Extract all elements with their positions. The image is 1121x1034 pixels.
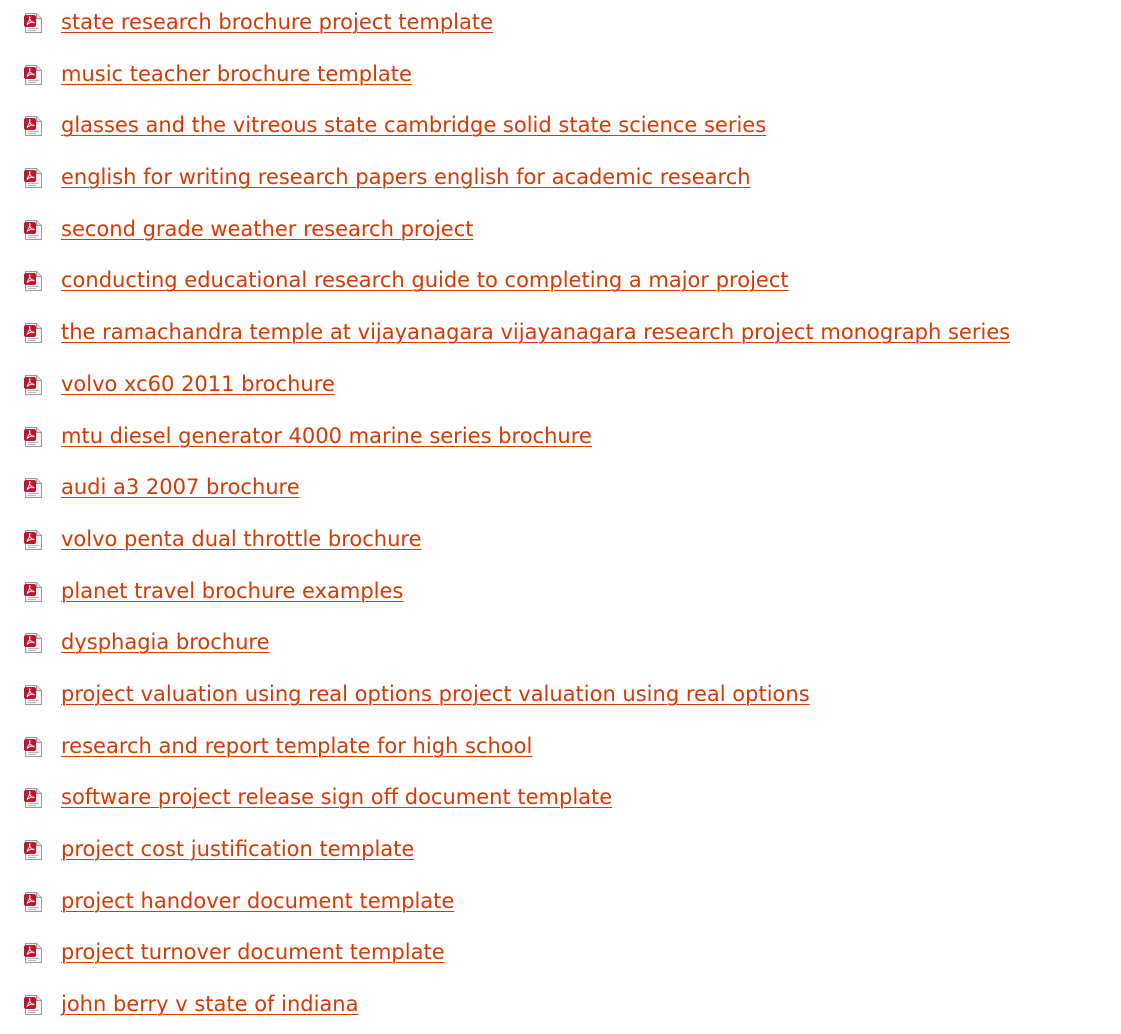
pdf-file-icon [24,478,42,499]
document-link[interactable]: project cost justification template [61,835,414,863]
pdf-file-icon [24,633,42,654]
pdf-file-icon [24,13,42,33]
document-link[interactable]: volvo xc60 2011 brochure [61,370,335,398]
pdf-file-icon [24,323,42,344]
document-link[interactable]: volvo penta dual throttle brochure [61,525,422,553]
document-link[interactable]: john berry v state of indiana [61,990,358,1018]
list-item: english for writing research papers engl… [0,155,1121,207]
pdf-file-icon [24,788,42,809]
list-item: glasses and the vitreous state cambridge… [0,103,1121,155]
pdf-file-icon [24,168,42,189]
list-item: planet travel brochure examples [0,569,1121,621]
pdf-file-icon [24,891,42,912]
list-item: project turnover document template [0,930,1121,982]
document-link[interactable]: project valuation using real options pro… [61,680,810,708]
list-item: project handover document template [0,879,1121,931]
document-link[interactable]: project turnover document template [61,938,445,966]
pdf-file-icon [24,736,42,757]
document-link[interactable]: audi a3 2007 brochure [61,473,300,501]
pdf-file-icon [24,271,42,292]
pdf-file-icon [24,995,42,1016]
document-link[interactable]: software project release sign off docume… [61,783,612,811]
list-item: volvo xc60 2011 brochure [0,362,1121,414]
document-link[interactable]: glasses and the vitreous state cambridge… [61,111,766,139]
pdf-file-icon [24,943,42,964]
pdf-file-icon [24,529,42,550]
list-item: mtu diesel generator 4000 marine series … [0,414,1121,466]
document-link[interactable]: conducting educational research guide to… [61,266,789,294]
list-item: second grade weather research project [0,207,1121,259]
document-link[interactable]: dysphagia brochure [61,628,270,656]
pdf-file-icon [24,426,42,447]
document-link[interactable]: second grade weather research project [61,215,473,243]
list-item: audi a3 2007 brochure [0,465,1121,517]
list-item: john berry v state of indiana [0,982,1121,1034]
list-item: dysphagia brochure [0,620,1121,672]
document-link[interactable]: project handover document template [61,887,454,915]
list-item: project valuation using real options pro… [0,672,1121,724]
pdf-file-icon [24,684,42,705]
list-item: project cost justification template [0,827,1121,879]
pdf-file-icon [24,840,42,860]
pdf-file-icon [24,581,42,602]
document-link[interactable]: state research brochure project template [61,8,493,36]
list-item: music teacher brochure template [0,52,1121,104]
list-item: state research brochure project template [0,0,1121,52]
document-link[interactable]: english for writing research papers engl… [61,163,751,191]
list-item: volvo penta dual throttle brochure [0,517,1121,569]
document-link[interactable]: music teacher brochure template [61,60,412,88]
list-item: software project release sign off docume… [0,775,1121,827]
document-link[interactable]: planet travel brochure examples [61,577,403,605]
pdf-file-icon [24,219,42,240]
list-item: research and report template for high sc… [0,724,1121,776]
document-link[interactable]: research and report template for high sc… [61,732,532,760]
pdf-file-icon [24,116,42,137]
document-link[interactable]: the ramachandra temple at vijayanagara v… [61,318,1010,346]
list-item: conducting educational research guide to… [0,258,1121,310]
document-link[interactable]: mtu diesel generator 4000 marine series … [61,422,592,450]
pdf-file-icon [24,64,42,85]
pdf-file-icon [24,374,42,395]
pdf-link-list: state research brochure project template… [0,0,1121,1034]
list-item: the ramachandra temple at vijayanagara v… [0,310,1121,362]
